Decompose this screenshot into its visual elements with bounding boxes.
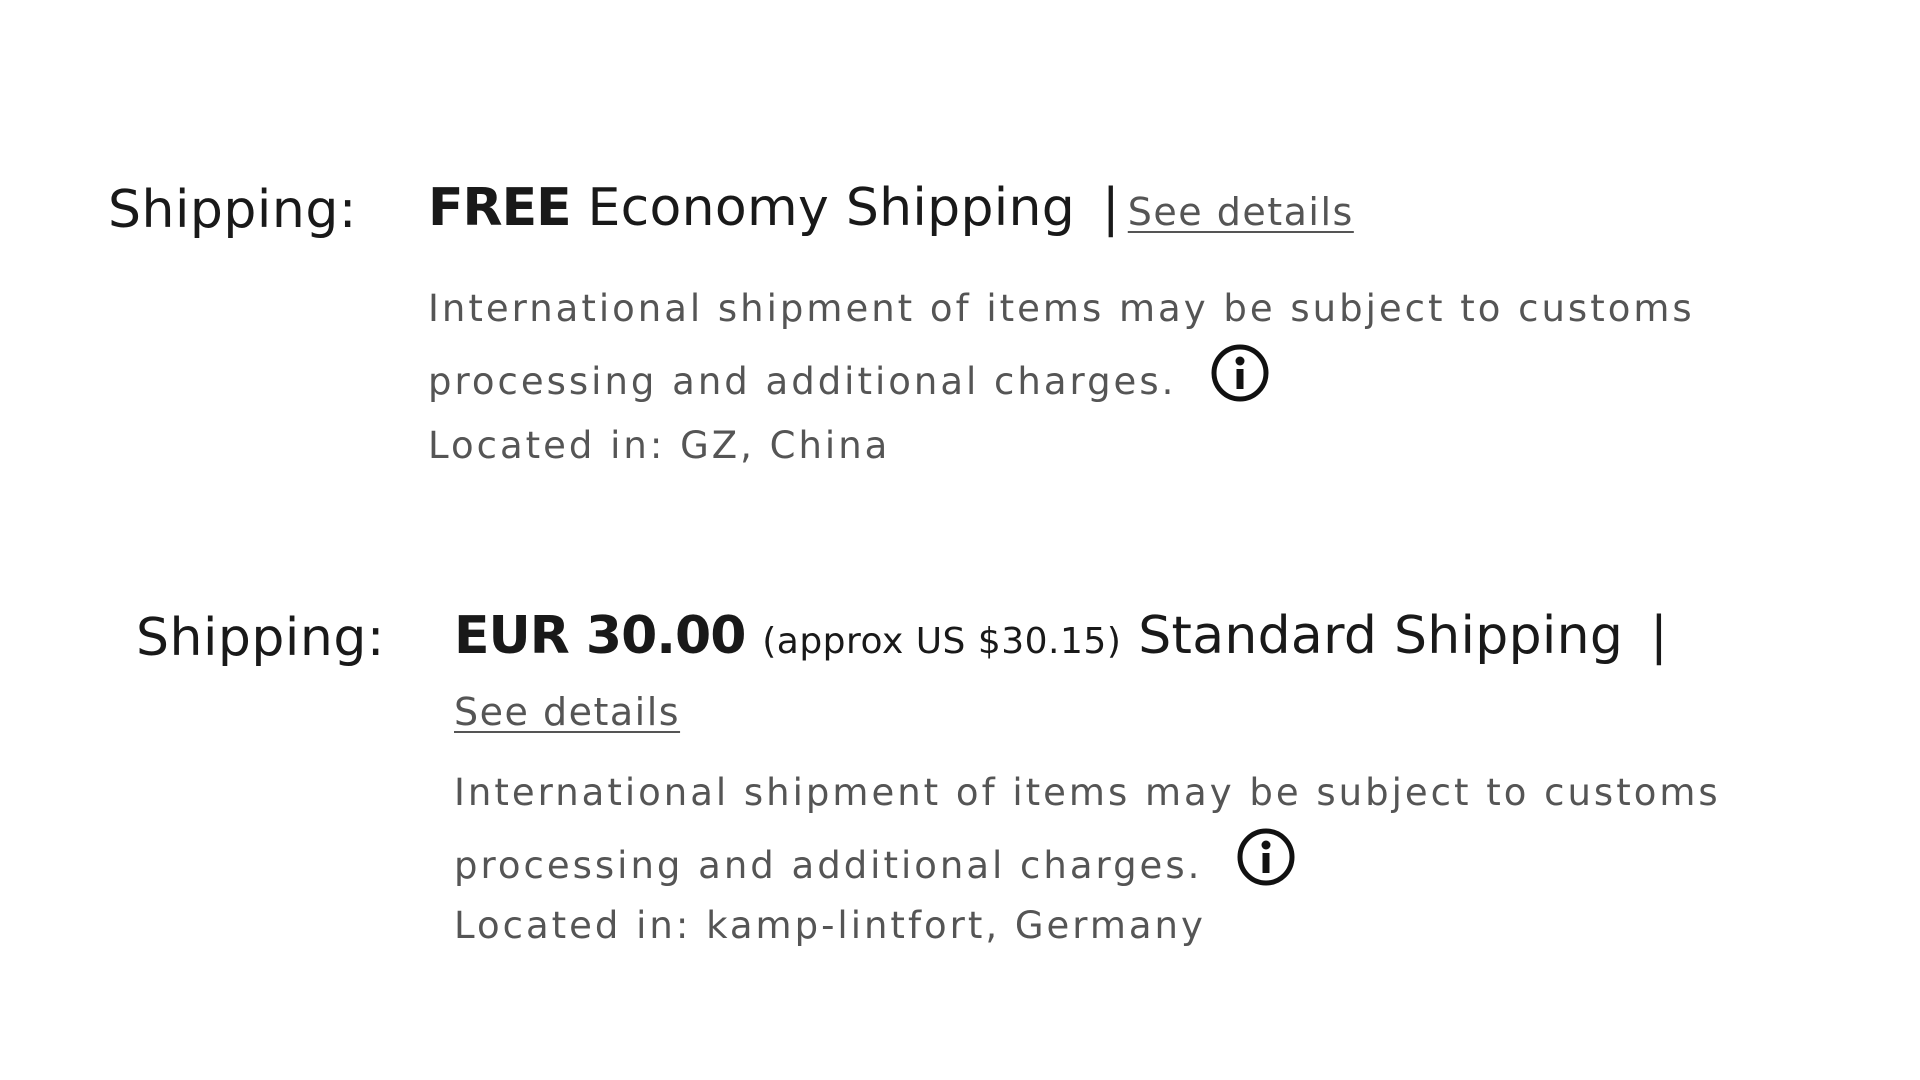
info-circle-icon[interactable] bbox=[1235, 826, 1297, 888]
shipping-summary: EUR 30.00 (approx US $30.15) Standard Sh… bbox=[454, 606, 1676, 666]
separator: | bbox=[1101, 178, 1120, 238]
shipping-price: EUR 30.00 bbox=[454, 606, 746, 666]
item-location: Located in: kamp-lintfort, Germany bbox=[454, 904, 1206, 947]
customs-note-text: International shipment of items may be s… bbox=[428, 287, 1695, 403]
shipping-label: Shipping: bbox=[108, 180, 357, 240]
customs-note: International shipment of items may be s… bbox=[454, 760, 1774, 899]
item-location: Located in: GZ, China bbox=[428, 424, 891, 467]
see-details-link[interactable]: See details bbox=[1128, 190, 1354, 234]
shipping-price: FREE bbox=[428, 178, 572, 238]
customs-note-text: International shipment of items may be s… bbox=[454, 771, 1721, 887]
shipping-summary: FREE Economy Shipping | See details bbox=[428, 178, 1354, 238]
info-circle-icon[interactable] bbox=[1209, 342, 1271, 404]
separator: | bbox=[1650, 606, 1668, 666]
see-details-link[interactable]: See details bbox=[454, 690, 680, 734]
shipping-service: Standard Shipping bbox=[1138, 606, 1624, 666]
shipping-service: Economy Shipping bbox=[587, 178, 1076, 238]
shipping-label: Shipping: bbox=[136, 608, 385, 668]
customs-note: International shipment of items may be s… bbox=[428, 276, 1748, 415]
see-details-line: See details bbox=[454, 690, 680, 734]
shipping-price-approx: (approx US $30.15) bbox=[762, 621, 1122, 662]
